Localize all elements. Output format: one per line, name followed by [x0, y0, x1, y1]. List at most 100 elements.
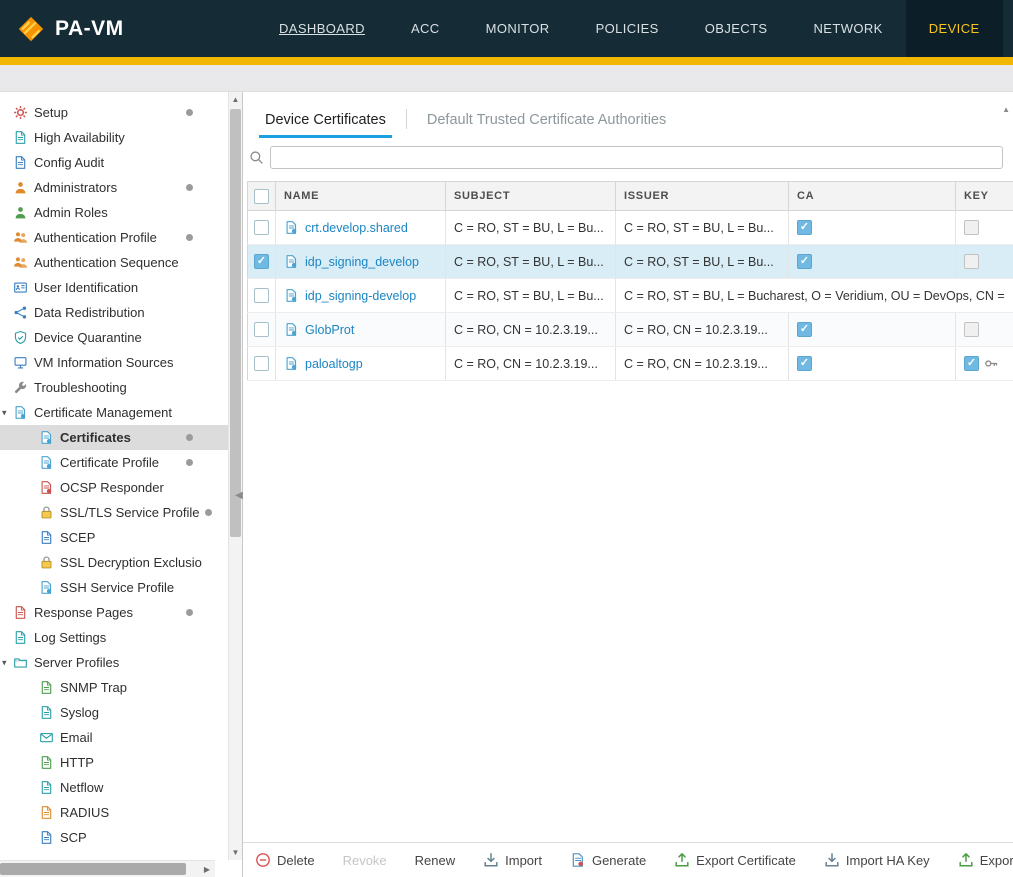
sidebar-item-label: RADIUS	[60, 805, 109, 820]
select-all-checkbox[interactable]	[254, 189, 269, 204]
sidebar-item-vm-information-sources[interactable]: VM Information Sources	[0, 350, 229, 375]
tab-default-trusted-certificate-authorities[interactable]: Default Trusted Certificate Authorities	[421, 112, 672, 138]
row-checkbox[interactable]	[254, 288, 269, 303]
column-header-subject[interactable]: SUBJECT	[446, 182, 616, 211]
chevron-down-icon[interactable]: ▾	[2, 407, 7, 418]
table-row[interactable]: idp_signing-develop C = RO, ST = BU, L =…	[248, 279, 1013, 313]
sidebar-item-label: SCEP	[60, 530, 95, 545]
scroll-up-arrow[interactable]: ▲	[1002, 105, 1010, 114]
sidebar-item-administrators[interactable]: Administrators	[0, 175, 229, 200]
bottom-toolbar: Delete Revoke Renew Import Generate Expo…	[243, 842, 1013, 877]
sidebar-item-certificate-profile[interactable]: Certificate Profile	[0, 450, 229, 475]
sidebar-item-label: Certificate Management	[34, 405, 172, 420]
sidebar-item-data-redistribution[interactable]: Data Redistribution	[0, 300, 229, 325]
export-icon	[674, 852, 690, 868]
sidebar-item-ssl-tls-service-profile[interactable]: SSL/TLS Service Profile	[0, 500, 229, 525]
envelope-icon	[39, 730, 54, 745]
sidebar-item-user-identification[interactable]: User Identification	[0, 275, 229, 300]
sidebar-item-snmp-trap[interactable]: SNMP Trap	[0, 675, 229, 700]
sidebar-item-radius[interactable]: RADIUS	[0, 800, 229, 825]
chevron-down-icon[interactable]: ▾	[2, 657, 7, 668]
sidebar-item-certificate-management[interactable]: ▾ Certificate Management	[0, 400, 229, 425]
scroll-right-arrow[interactable]: ▶	[199, 861, 215, 877]
modified-dot	[186, 184, 193, 191]
issuer-cell: C = RO, CN = 10.2.3.19...	[624, 357, 780, 371]
export-ha-key-button[interactable]: Export HA Key	[958, 852, 1013, 868]
generate-button[interactable]: Generate	[570, 852, 646, 868]
sidebar-item-authentication-sequence[interactable]: Authentication Sequence	[0, 250, 229, 275]
issuer-cell: C = RO, ST = BU, L = Bu...	[624, 255, 780, 269]
sidebar-item-device-quarantine[interactable]: Device Quarantine	[0, 325, 229, 350]
sidebar-item-troubleshooting[interactable]: Troubleshooting	[0, 375, 229, 400]
nav-objects[interactable]: OBJECTS	[682, 0, 791, 57]
sidebar-horizontal-scrollbar[interactable]: ▶	[0, 860, 215, 877]
sidebar-item-label: SCP	[60, 830, 87, 845]
certificate-name-link[interactable]: crt.develop.shared	[305, 221, 408, 235]
sidebar-item-log-settings[interactable]: Log Settings	[0, 625, 229, 650]
sidebar-item-syslog[interactable]: Syslog	[0, 700, 229, 725]
column-header-ca[interactable]: CA	[789, 182, 956, 211]
lock-icon	[39, 505, 54, 520]
row-checkbox[interactable]	[254, 254, 269, 269]
tab-device-certificates[interactable]: Device Certificates	[259, 112, 392, 138]
sidebar-item-setup[interactable]: Setup	[0, 100, 229, 125]
row-checkbox[interactable]	[254, 220, 269, 235]
search-input[interactable]	[271, 147, 1002, 168]
sub-header-strip	[0, 65, 1013, 92]
table-row[interactable]: GlobProt C = RO, CN = 10.2.3.19... C = R…	[248, 313, 1013, 347]
nav-policies[interactable]: POLICIES	[573, 0, 682, 57]
nav-acc[interactable]: ACC	[388, 0, 463, 57]
import-button[interactable]: Import	[483, 852, 542, 868]
row-checkbox[interactable]	[254, 322, 269, 337]
sidebar-item-http[interactable]: HTTP	[0, 750, 229, 775]
sidebar-item-authentication-profile[interactable]: Authentication Profile	[0, 225, 229, 250]
nav-network[interactable]: NETWORK	[791, 0, 906, 57]
scrollbar-thumb[interactable]	[230, 109, 241, 537]
sidebar-item-config-audit[interactable]: Config Audit	[0, 150, 229, 175]
nav-device[interactable]: DEVICE	[906, 0, 1003, 57]
tab-separator	[406, 109, 407, 129]
table-row-selected[interactable]: idp_signing_develop C = RO, ST = BU, L =…	[248, 245, 1013, 279]
ca-checkbox	[797, 220, 812, 235]
certificate-name-link[interactable]: idp_signing_develop	[305, 255, 419, 269]
sidebar-item-response-pages[interactable]: Response Pages	[0, 600, 229, 625]
table-header-row: NAME SUBJECT ISSUER CA KEY	[248, 182, 1013, 211]
sidebar-item-server-profiles[interactable]: ▾ Server Profiles	[0, 650, 229, 675]
nav-monitor[interactable]: MONITOR	[463, 0, 573, 57]
monitor-icon	[13, 355, 28, 370]
certificate-name-link[interactable]: GlobProt	[305, 323, 354, 337]
sidebar-item-high-availability[interactable]: High Availability	[0, 125, 229, 150]
sidebar-item-scp[interactable]: SCP	[0, 825, 229, 850]
scrollbar-thumb[interactable]	[0, 863, 186, 875]
subject-cell: C = RO, ST = BU, L = Bu...	[454, 221, 607, 235]
table-row[interactable]: paloaltogp C = RO, CN = 10.2.3.19... C =…	[248, 347, 1013, 381]
certificate-name-link[interactable]: idp_signing-develop	[305, 289, 416, 303]
scroll-up-arrow[interactable]: ▲	[229, 92, 242, 107]
sidebar-item-ssh-service-profile[interactable]: SSH Service Profile	[0, 575, 229, 600]
delete-button[interactable]: Delete	[255, 852, 315, 868]
export-certificate-button[interactable]: Export Certificate	[674, 852, 796, 868]
certificate-icon	[13, 405, 28, 420]
column-header-name[interactable]: NAME	[276, 182, 446, 211]
sidebar-item-scep[interactable]: SCEP	[0, 525, 229, 550]
sidebar-item-email[interactable]: Email	[0, 725, 229, 750]
sidebar-vertical-scrollbar[interactable]: ▲ ▼	[228, 92, 242, 860]
certificate-icon	[39, 430, 54, 445]
sidebar-item-netflow[interactable]: Netflow	[0, 775, 229, 800]
sidebar-item-ssl-decryption-exclusion[interactable]: SSL Decryption Exclusio	[0, 550, 229, 575]
import-ha-key-button[interactable]: Import HA Key	[824, 852, 930, 868]
sidebar-item-admin-roles[interactable]: Admin Roles	[0, 200, 229, 225]
row-checkbox[interactable]	[254, 356, 269, 371]
scroll-down-arrow[interactable]: ▼	[229, 845, 242, 860]
nav-dashboard[interactable]: DASHBOARD	[256, 0, 388, 57]
certificate-name-link[interactable]: paloaltogp	[305, 357, 363, 371]
sidebar-item-ocsp-responder[interactable]: OCSP Responder	[0, 475, 229, 500]
renew-button[interactable]: Renew	[415, 853, 455, 868]
sidebar-item-label: User Identification	[34, 280, 138, 295]
table-row[interactable]: crt.develop.shared C = RO, ST = BU, L = …	[248, 211, 1013, 245]
sidebar-item-certificates[interactable]: Certificates	[0, 425, 229, 450]
column-header-key[interactable]: KEY	[956, 182, 1013, 211]
column-header-issuer[interactable]: ISSUER	[616, 182, 789, 211]
sidebar-collapse-handle[interactable]: ◀	[233, 480, 245, 510]
gear-icon	[13, 105, 28, 120]
